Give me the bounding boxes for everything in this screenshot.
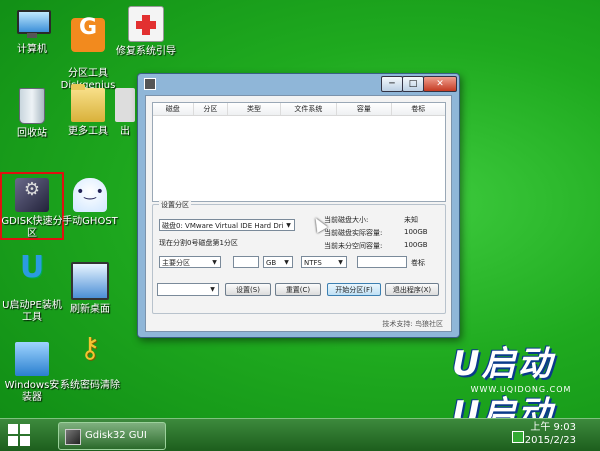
info-label-unallocated: 当前未分空间容量: [324,242,383,250]
volume-label-input[interactable] [357,256,407,268]
desktop-icon-partial[interactable]: 出 [112,88,138,138]
chevron-down-icon: ▼ [212,259,217,266]
partition-type-select[interactable]: 主要分区 ▼ [159,256,221,268]
info-label-disk-size: 当前磁盘大小: [324,216,369,224]
chevron-down-icon: ▼ [210,286,215,293]
col-filesystem[interactable]: 文件系统 [281,103,338,115]
desktop-icon-more-tools[interactable]: 更多工具 [56,84,120,138]
tray-icon[interactable] [512,431,524,443]
volume-label-text: 卷标 [411,259,425,267]
size-input[interactable] [233,256,259,268]
app-icon [144,78,156,90]
desktop-icon-password-clear[interactable]: ⚷ 系统密码清除 [58,331,122,392]
minimize-button[interactable]: ─ [381,76,403,92]
recycle-bin-icon [19,88,45,124]
desktop-icon-refresh[interactable]: 刷新桌面 [58,262,122,316]
group-label: 设置分区 [159,200,191,210]
col-disk[interactable]: 磁盘 [153,103,194,115]
taskbar-item-gdisk[interactable]: Gdisk32 GUI [58,422,166,450]
desktop-icon-recycle-bin[interactable]: 回收站 [0,88,64,140]
desktop-icon-label: 出 [120,126,130,137]
bottom-select[interactable]: ▼ [157,283,219,296]
partition-type-value: 主要分区 [162,259,190,267]
maximize-button[interactable]: □ [402,76,424,92]
ghost-icon: •‿• [73,178,107,212]
taskbar-item-label: Gdisk32 GUI [85,430,147,441]
key-icon: ⚷ [79,331,101,364]
close-button[interactable]: ✕ [423,76,457,92]
gdisk-app-icon [65,429,81,445]
chevron-down-icon: ▼ [286,222,291,229]
desktop-icon-repair-boot[interactable]: 修复系统引导 [114,6,178,58]
clock[interactable]: 上午 9:03 2015/2/23 [525,421,576,447]
folder-icon [71,84,105,122]
desktop-icon-label: 刷新桌面 [70,304,110,315]
partition-list[interactable]: 磁盘 分区 类型 文件系统 容量 卷标 [152,102,446,202]
desktop-icon-label: 更多工具 [68,126,108,137]
desktop-icon-ghost[interactable]: •‿• 手动GHOST [58,178,122,228]
desktop-icon-label: 修复系统引导 [116,46,176,57]
settings-button[interactable]: 设置(S) [225,283,271,296]
disk-select[interactable]: 磁盘0: VMware Virtual IDE Hard Dri ▼ [159,219,295,231]
clock-time: 上午 9:03 [530,422,576,433]
desktop-icon-computer[interactable]: 计算机 [0,6,64,56]
desktop-icon-label: GDISK快速分区 [1,216,63,239]
desktop-icon-windows-installer[interactable]: Windows安装器 [0,342,64,404]
filesystem-select[interactable]: NTFS ▼ [301,256,347,268]
desktop-icon-label: 系统密码清除 [60,380,120,391]
desktop-icon-label: U启动PE装机工具 [2,300,62,323]
info-label-actual-capacity: 当前磁盘实际容量: [324,229,383,237]
status-text: 现在分割0号磁盘第1分区 [159,239,238,247]
col-partition[interactable]: 分区 [194,103,229,115]
desktop-icon-label: 计算机 [17,44,47,55]
clock-date: 2015/2/23 [524,435,576,446]
start-button[interactable] [8,424,30,446]
refresh-desktop-icon [71,262,109,300]
watermark-brand: U启动 [452,344,554,384]
info-value-actual-capacity: 100GB [404,228,428,236]
desktop-icon-gdisk[interactable]: ⚙ GDISK快速分区 [0,178,64,240]
exit-button[interactable]: 退出程序(X) [385,283,439,296]
start-partition-button[interactable]: 开始分区(F) [327,283,381,296]
info-value-disk-size: 未知 [404,216,418,224]
computer-icon [15,6,51,40]
desktop-icon-label: 手动GHOST [62,216,118,227]
window-client: 磁盘 分区 类型 文件系统 容量 卷标 设置分区 磁盘0: VMware Vir… [145,95,452,332]
repair-boot-icon [128,6,164,42]
partial-icon [115,88,135,122]
disk-select-value: 磁盘0: VMware Virtual IDE Hard Dri [162,222,284,230]
taskbar: Gdisk32 GUI 上午 9:03 2015/2/23 [0,418,600,451]
col-capacity[interactable]: 容量 [337,103,392,115]
col-volume-label[interactable]: 卷标 [392,103,445,115]
windows-installer-icon [15,342,49,376]
gdisk-icon: ⚙ [15,178,49,212]
partition-settings-group: 设置分区 磁盘0: VMware Virtual IDE Hard Dri ▼ … [152,200,446,314]
filesystem-value: NTFS [304,259,322,267]
chevron-down-icon: ▼ [338,259,343,266]
support-footer: 技术支持: 鸟狼社区 [382,320,443,328]
desktop-icon-label: Windows安装器 [4,380,60,403]
gdisk-window: ─ □ ✕ 磁盘 分区 类型 文件系统 容量 卷标 设置分区 磁盘0: VMwa… [137,73,460,338]
size-unit-select[interactable]: GB ▼ [263,256,293,268]
chevron-down-icon: ▼ [284,259,289,266]
desktop-icon-pe-installer[interactable]: U U启动PE装机工具 [0,250,64,324]
desktop-icon-label: 回收站 [17,128,47,139]
info-value-unallocated: 100GB [404,241,428,249]
window-titlebar[interactable]: ─ □ ✕ [138,74,459,94]
reset-button[interactable]: 重置(C) [275,283,321,296]
partition-list-header: 磁盘 分区 类型 文件系统 容量 卷标 [153,103,445,116]
size-unit-value: GB [266,259,277,267]
col-type[interactable]: 类型 [228,103,281,115]
diskgenius-icon: G [71,17,105,52]
pe-installer-icon: U [19,250,45,285]
